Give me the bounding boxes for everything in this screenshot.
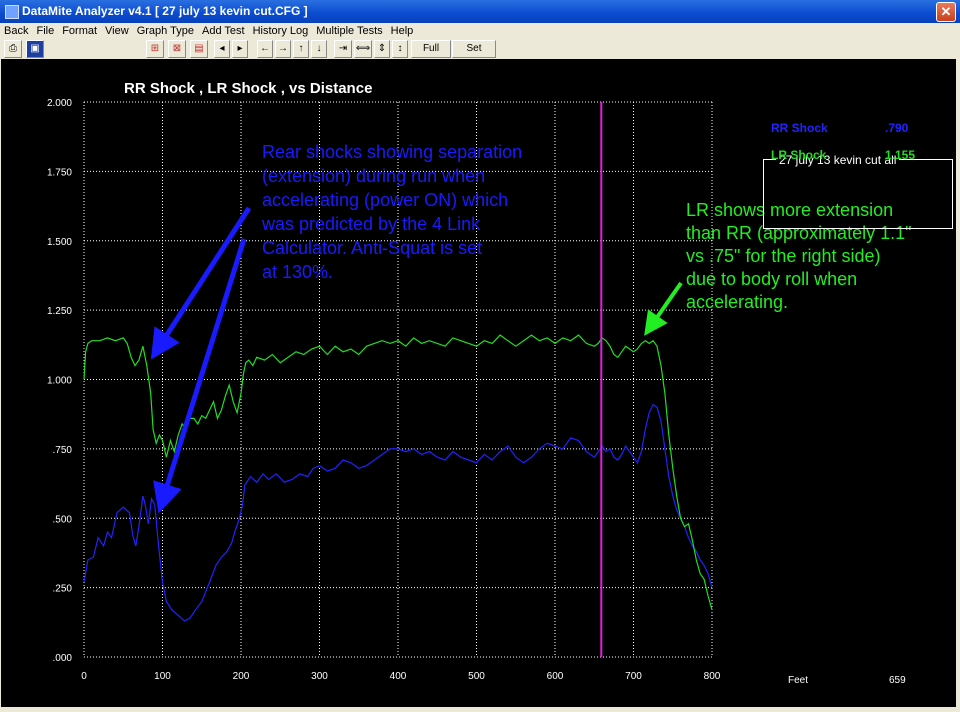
set-scales-button[interactable]: Set Scales: [452, 40, 496, 70]
annotation-line: Calculator. Anti-Squat is set: [262, 238, 482, 258]
annotation-arrow-1: [150, 206, 252, 360]
x-tick-label: 0: [81, 671, 87, 682]
pan-left-icon[interactable]: ←: [257, 40, 273, 58]
y-tick-label: .000: [53, 653, 73, 664]
x-tick-label: 400: [390, 671, 407, 682]
menu-back[interactable]: Back: [0, 23, 32, 37]
graph-zoom-icon[interactable]: ⊞: [146, 40, 164, 58]
annotation-line: accelerating.: [686, 292, 788, 312]
annotation-line: (extension) during run when: [262, 166, 485, 186]
menu-graph-type[interactable]: Graph Type: [133, 23, 198, 37]
y-tick-label: 1.500: [47, 237, 72, 248]
cursor-readout-label: Feet: [788, 675, 809, 686]
menu-add-test[interactable]: Add Test: [198, 23, 249, 37]
x-tick-label: 700: [625, 671, 642, 682]
menu-format[interactable]: Format: [58, 23, 101, 37]
graph-overlay-icon[interactable]: ⊠: [168, 40, 186, 58]
annotation-line: was predicted by the 4 Link: [261, 214, 481, 234]
annotation-text-1: Rear shocks showing separation (extensio…: [261, 142, 527, 282]
close-button[interactable]: ✕: [936, 2, 956, 22]
annotation-line: vs .75" for the right side): [686, 246, 880, 266]
x-tick-label: 600: [547, 671, 564, 682]
pan-up-icon[interactable]: ↑: [293, 40, 309, 58]
x-tick-label: 800: [704, 671, 721, 682]
menu-view[interactable]: View: [101, 23, 133, 37]
legend-lr-name: LR Shock: [771, 148, 827, 162]
pan-right-icon[interactable]: →: [275, 40, 291, 58]
menu-multiple-tests[interactable]: Multiple Tests: [312, 23, 386, 37]
menu-file[interactable]: File: [32, 23, 58, 37]
y-tick-label: .250: [53, 584, 73, 595]
expand-horizontal-icon[interactable]: ⟺: [354, 40, 372, 58]
compress-horizontal-icon[interactable]: ⇥: [334, 40, 352, 58]
arrow-left-icon[interactable]: ◂: [214, 40, 230, 58]
menu-history-log[interactable]: History Log: [249, 23, 313, 37]
chart-title: RR Shock , LR Shock , vs Distance: [124, 80, 372, 97]
y-tick-label: .750: [53, 445, 73, 456]
annotation-arrow-3: [644, 281, 683, 336]
graph-compare-icon[interactable]: ▤: [190, 40, 208, 58]
compress-vertical-icon[interactable]: ⇕: [374, 40, 390, 58]
y-axis-ticks: .000 .250 .500 .750 1.000 1.250 1.500 1.750 2.00…: [47, 98, 72, 664]
annotation-line: due to body roll when: [686, 269, 857, 289]
expand-vertical-icon[interactable]: ↕: [392, 40, 408, 58]
full-view-button[interactable]: Full View: [411, 40, 451, 70]
plot-area: RR Shock , LR Shock , vs Distance .000 .2…: [1, 59, 956, 707]
print-icon[interactable]: ⎙: [4, 40, 22, 58]
toolbar: ⎙ ▣ ⊞ ⊠ ▤ ◂ ▸ ← → ↑ ↓ ⇥ ⟺ ⇕ ↕ Full View …: [0, 39, 960, 70]
legend-lr-value: 1.155: [885, 148, 916, 162]
x-tick-label: 300: [311, 671, 328, 682]
save-icon[interactable]: ▣: [26, 40, 44, 58]
y-tick-label: 1.750: [47, 167, 72, 178]
x-axis-ticks: 0 100 200 300 400 500 600 700 800: [81, 671, 721, 682]
legend-rr-name: RR Shock: [771, 121, 828, 135]
menu-bar: Back File Format View Graph Type Add Test Hist…: [0, 23, 960, 39]
x-tick-label: 500: [468, 671, 485, 682]
legend-rr-value: .790: [885, 121, 909, 135]
y-tick-label: .500: [53, 514, 73, 525]
menu-help[interactable]: Help: [387, 23, 418, 37]
y-tick-label: 1.000: [47, 376, 72, 387]
cursor-readout-value: 659: [889, 675, 906, 686]
app-window: DataMite Analyzer v4.1 [ 27 july 13 kevi…: [0, 0, 960, 710]
y-tick-label: 1.250: [47, 306, 72, 317]
app-icon: [5, 5, 19, 19]
window-title: DataMite Analyzer v4.1 [ 27 july 13 kevi…: [22, 4, 308, 18]
annotation-line: accelerating (power ON) which: [262, 190, 508, 210]
arrow-right-icon[interactable]: ▸: [232, 40, 248, 58]
legend-box: [763, 159, 953, 229]
series-line-lr-shock: [83, 334, 713, 610]
x-tick-label: 100: [154, 671, 171, 682]
y-tick-label: 2.000: [47, 98, 72, 109]
annotation-line: Rear shocks showing separation: [262, 142, 522, 162]
x-tick-label: 200: [233, 671, 250, 682]
pan-down-icon[interactable]: ↓: [311, 40, 327, 58]
annotation-line: at 130%.: [262, 262, 333, 282]
title-bar: DataMite Analyzer v4.1 [ 27 july 13 kevi…: [0, 0, 960, 23]
